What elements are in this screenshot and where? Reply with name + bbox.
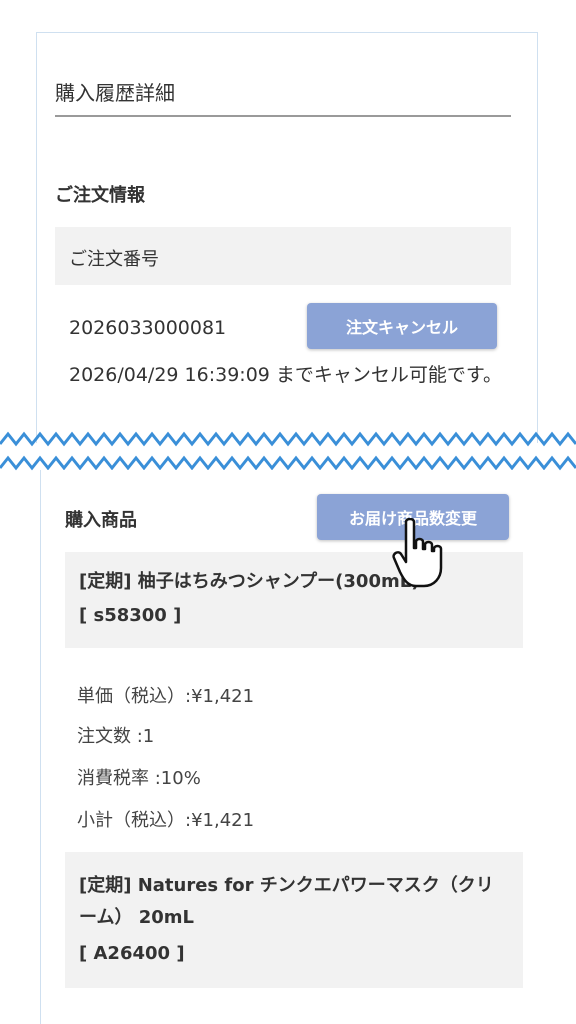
cancel-deadline-text: 2026/04/29 16:39:09 までキャンセル可能です。 xyxy=(69,364,503,386)
order-number-value: 2026033000081 xyxy=(69,317,227,339)
item-code: [ A26400 ] xyxy=(79,943,185,964)
tax-rate: 消費税率 :10% xyxy=(77,768,201,789)
unit-price: 単価（税込）:¥1,421 xyxy=(77,686,255,707)
item-header-1: [定期] 柚子はちみつシャンプー(300mL) [ s58300 ] xyxy=(65,552,523,648)
order-detail-panel: 購入履歴詳細 ご注文情報 ご注文番号 2026033000081 注文キャンセル… xyxy=(36,32,538,443)
purchased-items-panel: 購入商品 お届け商品数変更 [定期] 柚子はちみつシャンプー(300mL) [ … xyxy=(40,470,551,1024)
quantity: 注文数 :1 xyxy=(77,726,155,747)
purchased-items-heading: 購入商品 xyxy=(65,510,137,531)
order-number-label-bar: ご注文番号 xyxy=(55,227,511,285)
cancel-order-button[interactable]: 注文キャンセル xyxy=(307,303,497,349)
item-header-2: [定期] Natures for チンクエパワーマスク（クリーム） 20mL [… xyxy=(65,852,523,988)
order-number-label: ご注文番号 xyxy=(69,249,159,270)
page-break-wave-top xyxy=(0,431,576,447)
title-divider xyxy=(55,115,511,117)
pointer-hand-icon xyxy=(392,518,443,588)
item-name: [定期] Natures for チンクエパワーマスク（クリーム） 20mL xyxy=(79,875,494,928)
order-info-heading: ご注文情報 xyxy=(55,185,145,206)
page-title: 購入履歴詳細 xyxy=(55,81,175,105)
item-code: [ s58300 ] xyxy=(79,605,182,626)
subtotal: 小計（税込）:¥1,421 xyxy=(77,810,255,831)
